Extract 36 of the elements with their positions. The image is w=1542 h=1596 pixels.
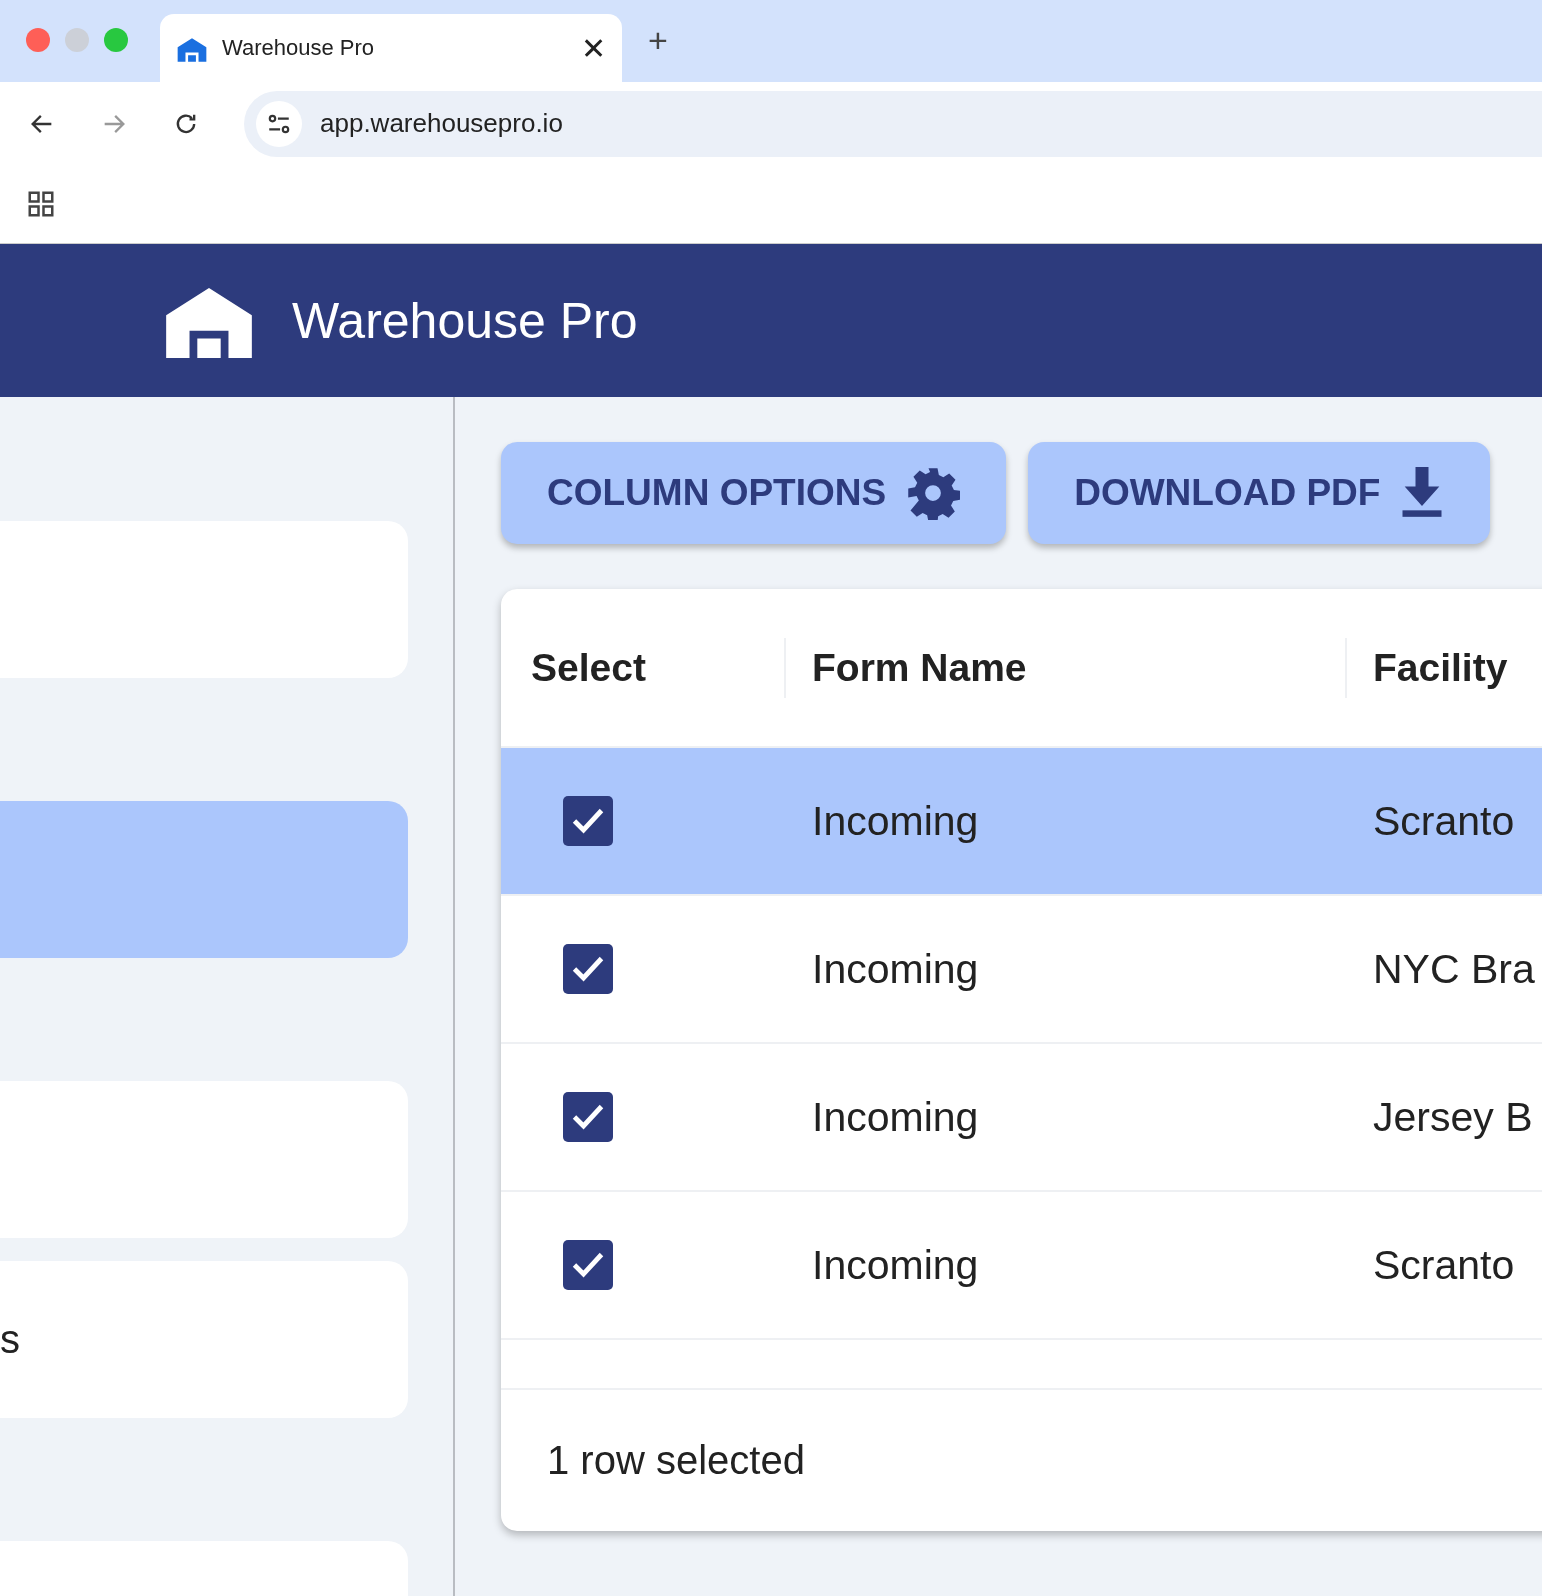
table-cell: Scranto xyxy=(1373,1241,1515,1288)
tab-title: Warehouse Pro xyxy=(222,35,376,61)
table-cell: Scranto xyxy=(1373,797,1515,844)
download-icon xyxy=(1400,467,1445,519)
download-pdf-button[interactable]: DOWNLOAD PDF xyxy=(1028,442,1491,544)
check-icon xyxy=(570,806,606,836)
table-cell: Incoming xyxy=(812,797,979,844)
checkbox[interactable] xyxy=(563,1092,613,1142)
settings-icon xyxy=(906,466,961,520)
app-title: Warehouse Pro xyxy=(292,291,638,350)
column-header: Form Name xyxy=(784,637,1345,698)
sidebar-item[interactable]: s xyxy=(0,1261,408,1418)
url-text: app.warehousepro.io xyxy=(320,108,563,139)
table-row[interactable]: Incoming Jersey B xyxy=(501,1044,1542,1192)
checkbox[interactable] xyxy=(563,796,613,846)
table-row[interactable]: Incoming NYC Bra xyxy=(501,896,1542,1044)
table-cell: Incoming xyxy=(812,945,979,992)
table-cell: Jersey B xyxy=(1373,1093,1533,1140)
table-row[interactable]: Incoming Scranto xyxy=(501,748,1542,896)
column-options-button[interactable]: COLUMN OPTIONS xyxy=(501,442,1007,544)
address-bar[interactable]: app.warehousepro.io xyxy=(244,90,1542,157)
checkbox[interactable] xyxy=(563,944,613,994)
browser-tab[interactable]: Warehouse Pro ✕ xyxy=(160,14,622,82)
table-cell: NYC Bra xyxy=(1373,945,1535,992)
table-row[interactable]: Incoming Scranto xyxy=(501,1192,1542,1340)
check-icon xyxy=(570,954,606,984)
table-cell: Incoming xyxy=(812,1093,979,1140)
apps-grid-icon[interactable] xyxy=(26,189,56,219)
selection-count: 1 row selected xyxy=(547,1438,805,1483)
sidebar-item-label: s xyxy=(0,1317,20,1362)
check-icon xyxy=(570,1102,606,1132)
column-header: Facility xyxy=(1345,637,1542,698)
column-header: Select xyxy=(530,644,647,691)
checkbox[interactable] xyxy=(563,1240,613,1290)
table-cell: Incoming xyxy=(812,1241,979,1288)
check-icon xyxy=(570,1250,606,1280)
